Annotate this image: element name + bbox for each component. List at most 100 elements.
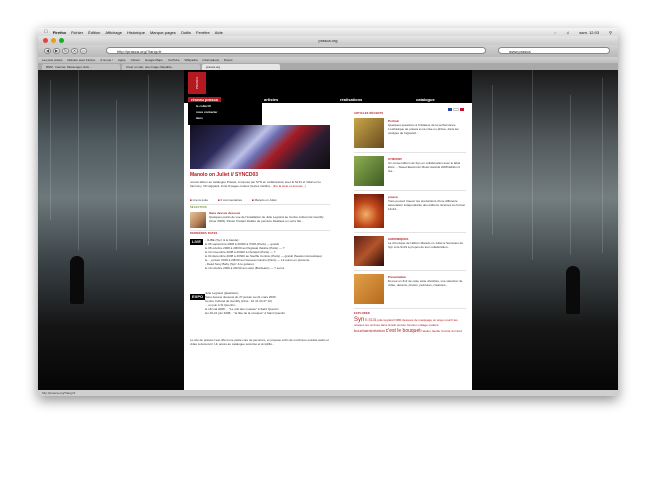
tag[interactable]: hardie xyxy=(432,329,440,333)
dates-footer: Le site de prasca n'est offert une petit… xyxy=(190,338,329,346)
article-body-block: nouvel album au catalogue Prasca, compos… xyxy=(190,180,330,188)
recent-thumb-4[interactable] xyxy=(354,236,384,266)
reload-button[interactable]: ↻ xyxy=(62,48,69,54)
window-titlebar: prasca.org xyxy=(38,36,618,45)
close-window-icon[interactable] xyxy=(43,38,48,43)
live-label: LIVE xyxy=(190,239,203,245)
background-photo-right xyxy=(472,70,618,390)
divider xyxy=(354,190,466,191)
comments-link[interactable]: ■ 0 commentaires xyxy=(218,198,242,202)
back-arrow-icon: ◀ xyxy=(45,48,50,53)
flag-en-icon[interactable] xyxy=(460,108,464,111)
forward-arrow-icon: ▶ xyxy=(54,48,59,53)
tag[interactable]: l'atelier xyxy=(421,329,430,333)
home-button[interactable]: ⌂ xyxy=(80,48,87,54)
tag[interactable]: E.S131 xyxy=(365,318,376,322)
search-field[interactable]: www.prasca xyxy=(498,47,610,54)
logo-text: PRASCA xyxy=(195,76,199,90)
menu-affichage[interactable]: Affichage xyxy=(105,30,122,35)
minimize-window-icon[interactable] xyxy=(51,38,56,43)
menu-aide[interactable]: Aide xyxy=(215,30,223,35)
menu-historique[interactable]: Historique xyxy=(127,30,145,35)
tag[interactable]: texture xyxy=(397,323,406,327)
url-bar[interactable]: http://prasca.org/?lang=fr xyxy=(106,47,486,54)
selection-heading: SÉLECTION xyxy=(190,206,207,209)
date-line: le 10 octobre 2009 à 21h00 au Lacté (Bor… xyxy=(205,266,285,270)
menubar-status-area: ◌ ♫ sam. 12:03 ⚲ xyxy=(549,30,612,35)
tag[interactable]: dessous de marquage xyxy=(402,318,432,322)
recent-thumb-1[interactable] xyxy=(354,118,384,148)
zoom-window-icon[interactable] xyxy=(59,38,64,43)
tag[interactable]: les ombres dans la télé xyxy=(365,323,396,327)
tag[interactable]: fonction xyxy=(407,323,418,327)
tag[interactable]: matière xyxy=(429,323,439,327)
apple-icon[interactable]:  xyxy=(44,29,48,35)
hero-image[interactable] xyxy=(190,125,330,169)
rain-streak xyxy=(78,70,79,250)
site-logo[interactable]: PRASCA xyxy=(188,72,206,94)
website-page: PRASCA réseau prasca artistes réalisatio… xyxy=(184,70,472,390)
live-dates: - 4UBE (Syn' & le bande) : le 06 septemb… xyxy=(205,238,330,270)
nav-reseau-prasca[interactable]: réseau prasca xyxy=(188,97,221,102)
tag[interactable]: bouchardcréation xyxy=(354,328,385,333)
background-photo-left xyxy=(38,70,184,390)
mac-menubar:  Firefox Fichier Édition Affichage Hist… xyxy=(38,28,618,36)
back-button[interactable]: ◀ xyxy=(44,48,51,54)
divider xyxy=(354,232,466,233)
menu-marque-pages[interactable]: Marque-pages xyxy=(150,30,176,35)
forward-button[interactable]: ▶ xyxy=(53,48,60,54)
dropdown-liens[interactable]: liens xyxy=(188,115,262,121)
comment-icon: ■ xyxy=(218,198,220,202)
rain-streak xyxy=(50,80,51,220)
tag[interactable]: julie legrand xyxy=(378,318,394,322)
menu-app-name[interactable]: Firefox xyxy=(53,30,66,35)
selection-thumbnail[interactable] xyxy=(190,212,206,228)
article-more-link[interactable]: [lire la suite et écouter...] xyxy=(273,184,306,188)
recent-thumb-2[interactable] xyxy=(354,156,384,186)
nav-artistes[interactable]: artistes xyxy=(264,97,278,102)
sidebar-heading: ARTICLES RÉCENTS xyxy=(354,112,384,115)
volume-icon[interactable]: ♫ xyxy=(566,30,569,35)
recent-body: Vous pouvez trouver les productions d'un… xyxy=(388,199,465,211)
tag[interactable]: un ange nourrit xyxy=(433,318,453,322)
article-title-b[interactable]: SYNCD03 xyxy=(235,172,258,178)
rain-streak xyxy=(148,75,149,245)
nav-realisations[interactable]: réalisations xyxy=(340,97,362,102)
link-text: 0 commentaires xyxy=(220,198,242,202)
flag-fr-icon[interactable] xyxy=(448,108,452,111)
divider xyxy=(190,230,330,231)
recent-item-3: prasca Vous pouvez trouver les productio… xyxy=(388,195,466,211)
tag[interactable]: collage xyxy=(418,323,428,327)
language-flags xyxy=(448,108,464,111)
spotlight-icon[interactable]: ⚲ xyxy=(609,30,612,35)
divider xyxy=(354,270,466,271)
nav-catalogue[interactable]: catalogue xyxy=(416,97,435,102)
tag[interactable]: NRM xyxy=(395,318,402,322)
date-line: les 20-21 juin 2008... "la fête de la mu… xyxy=(205,311,286,315)
tab-label: BNM : Internet, Messenger, Actu... xyxy=(46,65,92,69)
lire-suite-link[interactable]: ■ Lire la suite xyxy=(190,198,208,202)
tag[interactable]: Comité du Nord xyxy=(441,329,462,333)
link-text: Lire la suite xyxy=(192,198,208,202)
stop-button[interactable]: ✕ xyxy=(71,48,78,54)
wifi-icon[interactable]: ◌ xyxy=(554,30,556,35)
menubar-clock[interactable]: sam. 12:03 xyxy=(579,30,599,35)
selection-block: Sans dessus dessous Quelques points de v… xyxy=(209,211,329,223)
recent-thumb-5[interactable] xyxy=(354,274,384,304)
expo-dates: Julie Legrand (plasticien) Sans dessus d… xyxy=(205,291,330,315)
menu-outils[interactable]: Outils xyxy=(181,30,191,35)
recent-thumb-3[interactable] xyxy=(354,194,384,228)
article-title: Manolo on Juliet // SYNCD03 xyxy=(190,172,330,178)
browser-statusbar: http://prasca.org/?lang=fr xyxy=(38,390,618,396)
silhouette-figure xyxy=(70,256,84,304)
album-link[interactable]: ■ Manolo on Juliet xyxy=(252,198,277,202)
menu-fenetre[interactable]: Fenêtre xyxy=(196,30,210,35)
site-header: PRASCA xyxy=(184,70,472,96)
tag[interactable]: c'est le bouquet xyxy=(386,328,421,334)
article-title-a[interactable]: Manolo on Juliet xyxy=(190,172,229,178)
stop-icon: ✕ xyxy=(72,48,77,53)
status-text: http://prasca.org/?lang=fr xyxy=(42,391,76,395)
menu-fichier[interactable]: Fichier xyxy=(71,30,83,35)
menu-edition[interactable]: Édition xyxy=(88,30,100,35)
tab-label: Créer un site: une image cliquable... xyxy=(126,65,175,69)
